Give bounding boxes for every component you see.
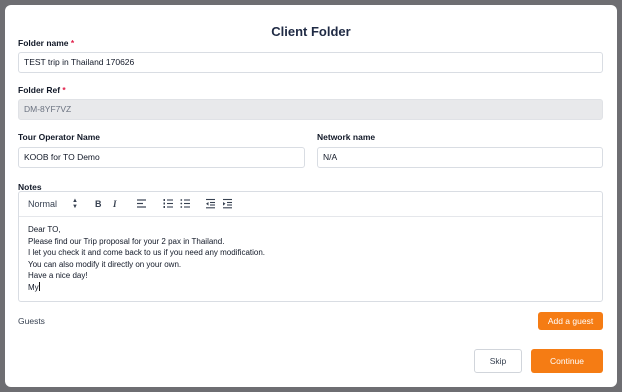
network-name-label: Network name <box>317 132 376 142</box>
bold-button[interactable]: B <box>95 198 102 210</box>
notes-line-text: My <box>28 282 39 292</box>
notes-line: You can also modify it directly on your … <box>28 259 182 269</box>
bullet-list-icon[interactable] <box>180 198 191 210</box>
folder-name-label: Folder name * <box>18 38 74 48</box>
editor-toolbar: Normal ▲ ▼ B I <box>19 192 602 217</box>
ordered-list-icon[interactable] <box>163 198 174 210</box>
notes-line: I let you check it and come back to us i… <box>28 248 266 258</box>
italic-button[interactable]: I <box>113 198 117 210</box>
notes-line: Please find our Trip proposal for your 2… <box>28 236 225 246</box>
folder-ref-label-text: Folder Ref <box>18 85 61 95</box>
notes-content[interactable]: Dear TO, Please find our Trip proposal f… <box>19 217 602 294</box>
continue-button[interactable]: Continue <box>531 349 603 373</box>
folder-ref-input: DM-8YF7VZ <box>18 99 603 120</box>
notes-line: Have a nice day! <box>28 271 88 281</box>
notes-line-current: My <box>28 281 602 294</box>
modal-title: Client Folder <box>271 24 351 39</box>
text-caret <box>38 281 40 291</box>
required-mark: * <box>62 85 66 95</box>
network-name-input[interactable]: N/A <box>317 147 603 168</box>
tour-operator-input[interactable]: KOOB for TO Demo <box>18 147 305 168</box>
add-guest-button[interactable]: Add a guest <box>538 312 603 330</box>
guests-label: Guests <box>18 316 45 326</box>
format-select-value: Normal <box>28 199 58 209</box>
select-arrows-icon: ▲ ▼ <box>72 198 78 210</box>
folder-name-input[interactable]: TEST trip in Thailand 170626 <box>18 52 603 73</box>
skip-button[interactable]: Skip <box>474 349 522 373</box>
tour-operator-label: Tour Operator Name <box>18 132 101 142</box>
required-mark: * <box>70 38 75 48</box>
notes-editor[interactable]: Normal ▲ ▼ B I Dear TO, Please find our … <box>18 191 603 302</box>
align-left-icon[interactable] <box>136 198 147 210</box>
indent-icon[interactable] <box>222 198 233 210</box>
notes-line: Dear TO, <box>28 225 61 234</box>
client-folder-modal: Client Folder Folder name * TEST trip in… <box>5 5 617 387</box>
outdent-icon[interactable] <box>205 198 216 210</box>
folder-ref-label: Folder Ref * <box>18 85 66 95</box>
folder-name-label-text: Folder name <box>18 38 69 48</box>
format-select[interactable]: Normal ▲ ▼ <box>28 198 83 210</box>
